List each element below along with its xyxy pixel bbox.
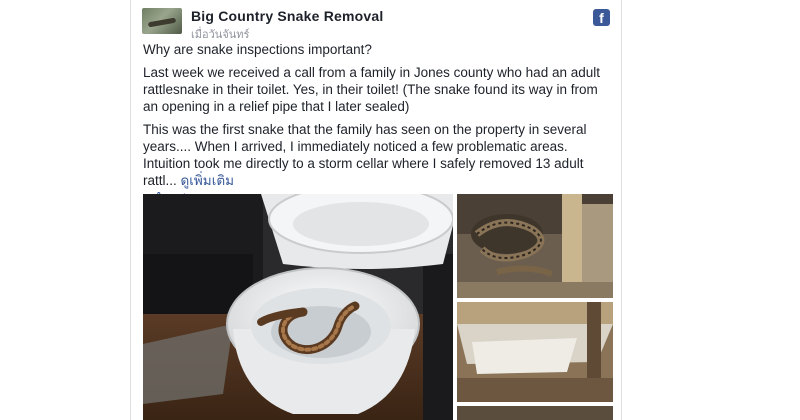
post-paragraph: Last week we received a call from a fami… bbox=[143, 65, 600, 114]
facebook-post-card: Big Country Snake Removal เมื่อวันจันทร์… bbox=[130, 0, 622, 420]
post-paragraph: Why are snake inspections important? bbox=[143, 42, 372, 57]
see-more-link[interactable]: ดูเพิ่มเติม bbox=[181, 173, 234, 188]
photo-cellar-rattlesnakes[interactable] bbox=[457, 194, 613, 298]
page-avatar[interactable] bbox=[142, 8, 182, 34]
photo-snake-in-toilet[interactable] bbox=[143, 194, 453, 420]
photo-additional[interactable] bbox=[457, 406, 613, 420]
post-text: Why are snake inspections important? Las… bbox=[143, 41, 613, 207]
facebook-icon: f bbox=[593, 9, 610, 26]
photo-grid bbox=[143, 194, 613, 420]
photo-storm-cellar[interactable] bbox=[457, 302, 613, 402]
page-name-link[interactable]: Big Country Snake Removal bbox=[191, 8, 384, 24]
post-paragraph: This was the first snake that the family… bbox=[143, 121, 613, 189]
